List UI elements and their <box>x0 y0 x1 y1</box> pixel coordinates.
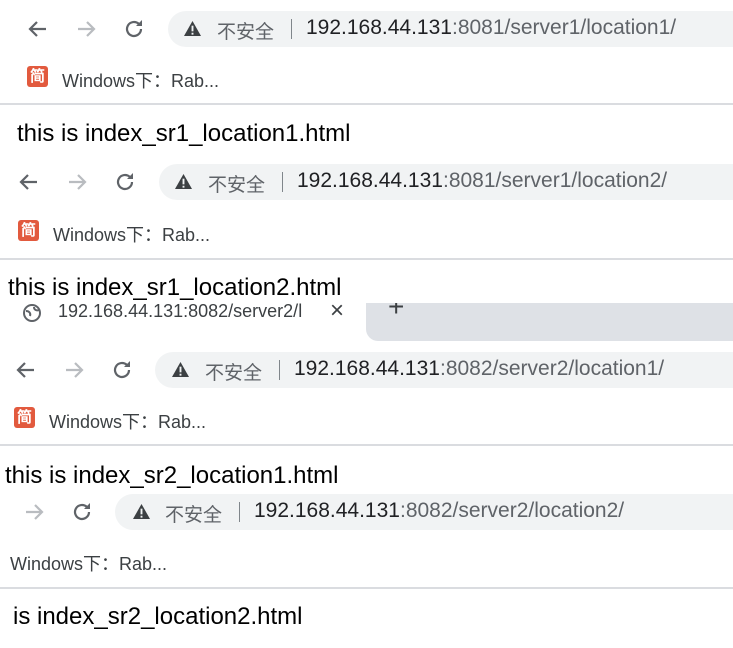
reload-button[interactable] <box>111 168 139 196</box>
reload-icon <box>113 361 131 379</box>
bookmark-favicon: 简 <box>18 220 39 241</box>
back-button[interactable] <box>24 15 52 43</box>
forward-arrow-icon <box>66 362 84 378</box>
url-text[interactable]: 192.168.44.131:8082/server2/location2/ <box>254 499 624 523</box>
forward-button[interactable] <box>63 168 91 196</box>
forward-arrow-icon <box>69 174 87 190</box>
address-bar[interactable]: 不安全 192.168.44.131:8081/server1/location… <box>168 11 733 47</box>
page-content-text: this is index_sr2_location1.html <box>5 462 339 489</box>
url-text[interactable]: 192.168.44.131:8081/server1/location1/ <box>306 16 676 40</box>
forward-arrow-icon <box>26 504 44 520</box>
reload-button[interactable] <box>120 15 148 43</box>
back-button[interactable] <box>15 168 43 196</box>
toolbar-divider <box>0 587 733 589</box>
new-tab-button[interactable]: + <box>388 303 404 323</box>
toolbar-divider <box>0 103 733 105</box>
warning-icon <box>175 173 192 190</box>
reload-button[interactable] <box>68 498 96 526</box>
address-bar[interactable]: 不安全 192.168.44.131:8081/server1/location… <box>159 164 733 200</box>
reload-icon <box>125 20 143 38</box>
globe-icon <box>23 304 41 322</box>
url-text[interactable]: 192.168.44.131:8081/server1/location2/ <box>297 169 667 193</box>
address-bar[interactable]: 不安全 192.168.44.131:8082/server2/location… <box>115 494 733 530</box>
reload-icon <box>116 173 134 191</box>
bookmark-item[interactable]: Windows下：Rab... <box>53 221 210 247</box>
url-path: :8082/server2/location1/ <box>439 357 665 380</box>
separator <box>239 502 240 522</box>
back-button[interactable] <box>12 356 40 384</box>
security-label[interactable]: 不安全 <box>217 17 274 44</box>
bookmark-item[interactable]: Windows下：Rab... <box>49 408 206 434</box>
tab-title: 192.168.44.131:8082/server2/l <box>58 303 303 321</box>
url-text[interactable]: 192.168.44.131:8082/server2/location1/ <box>294 357 664 381</box>
url-path: :8081/server1/location2/ <box>442 169 668 192</box>
back-arrow-icon <box>19 174 37 190</box>
page-content-text: this is index_sr1_location1.html <box>17 120 351 147</box>
security-label[interactable]: 不安全 <box>165 500 222 527</box>
reload-icon <box>73 503 91 521</box>
url-host: 192.168.44.131 <box>306 16 452 39</box>
close-icon[interactable]: × <box>330 303 344 325</box>
back-arrow-icon <box>28 21 46 37</box>
forward-button[interactable] <box>60 356 88 384</box>
url-host: 192.168.44.131 <box>254 499 400 522</box>
warning-icon <box>184 20 201 37</box>
browser-panel-4: 不安全 192.168.44.131:8082/server2/location… <box>0 493 733 648</box>
toolbar-divider <box>0 258 733 260</box>
separator <box>282 172 283 192</box>
bookmark-favicon: 简 <box>14 407 35 428</box>
tab-strip-bg: + <box>366 303 733 341</box>
separator <box>279 360 280 380</box>
back-arrow-icon <box>16 362 34 378</box>
separator <box>291 19 292 39</box>
warning-icon <box>172 361 189 378</box>
browser-panel-3: 192.168.44.131:8082/server2/l × + 不安全 19… <box>0 303 733 493</box>
browser-panel-1: 不安全 192.168.44.131:8081/server1/location… <box>0 0 733 150</box>
security-label[interactable]: 不安全 <box>208 170 265 197</box>
bookmark-item[interactable]: Windows下：Rab... <box>62 67 219 93</box>
forward-button[interactable] <box>20 498 48 526</box>
url-path: :8082/server2/location2/ <box>399 499 625 522</box>
tab-active[interactable]: 192.168.44.131:8082/server2/l × <box>10 303 360 327</box>
warning-icon <box>133 503 150 520</box>
address-bar[interactable]: 不安全 192.168.44.131:8082/server2/location… <box>155 352 733 388</box>
url-host: 192.168.44.131 <box>297 169 443 192</box>
tab-strip: 192.168.44.131:8082/server2/l × + <box>0 303 733 343</box>
page-content-text: is index_sr2_location2.html <box>13 603 303 630</box>
url-path: :8081/server1/location1/ <box>451 16 677 39</box>
url-host: 192.168.44.131 <box>294 357 440 380</box>
page-content-text: this is index_sr1_location2.html <box>8 274 342 301</box>
toolbar-divider <box>0 444 733 446</box>
forward-button[interactable] <box>72 15 100 43</box>
security-label[interactable]: 不安全 <box>205 358 262 385</box>
bookmark-favicon: 简 <box>27 66 48 87</box>
reload-button[interactable] <box>108 356 136 384</box>
browser-panel-2: 不安全 192.168.44.131:8081/server1/location… <box>0 152 733 302</box>
bookmark-item[interactable]: Windows下：Rab... <box>10 550 167 576</box>
forward-arrow-icon <box>78 21 96 37</box>
